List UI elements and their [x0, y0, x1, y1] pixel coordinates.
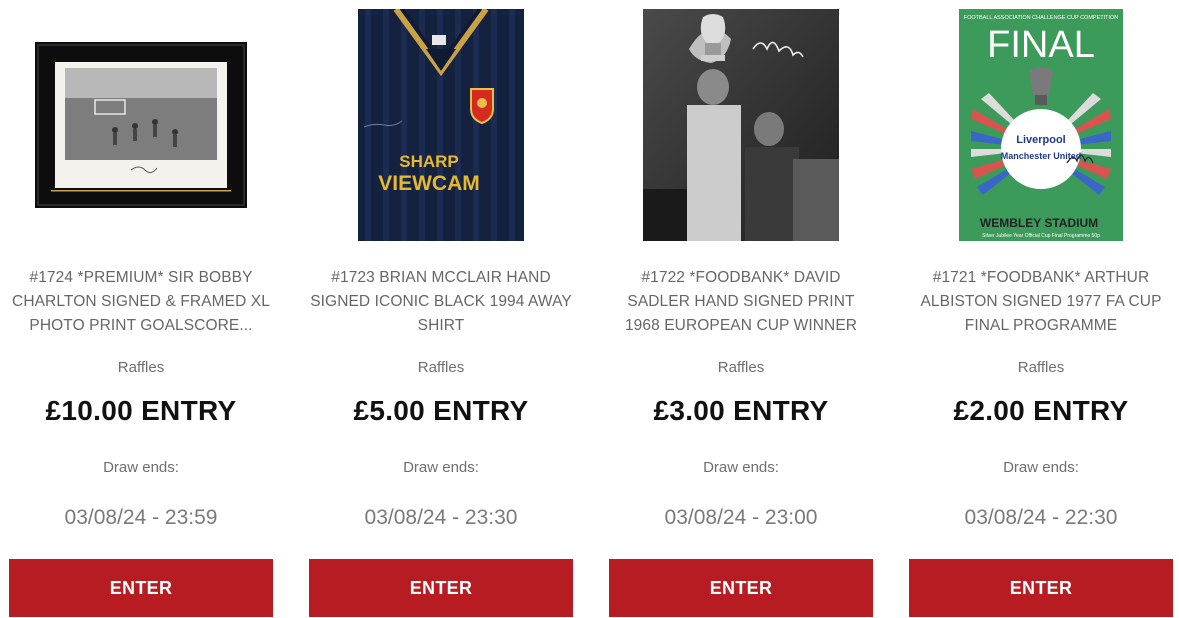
enter-button[interactable]: ENTER [309, 559, 573, 617]
product-card: SHARP VIEWCAM #1723 BRIAN MCCLAIR HAND S… [309, 0, 573, 618]
framed-photo-image [35, 42, 247, 208]
draw-date: 03/08/24 - 23:59 [64, 506, 218, 529]
product-card: FOOTBALL ASSOCIATION CHALLENGE CUP COMPE… [909, 0, 1173, 618]
entry-price: £5.00 ENTRY [353, 395, 529, 426]
draw-ends-label: Draw ends: [403, 459, 479, 476]
product-category: Raffles [1017, 359, 1065, 376]
product-title[interactable]: #1722 *FOODBANK* DAVID SADLER HAND SIGNE… [609, 266, 873, 338]
product-image-shirt[interactable]: SHARP VIEWCAM [309, 0, 573, 250]
product-grid: #1724 *PREMIUM* SIR BOBBY CHARLTON SIGNE… [0, 0, 1179, 618]
programme-footer: Silver Jubilee Year Official Cup Final P… [982, 233, 1100, 239]
product-category: Raffles [417, 359, 465, 376]
shirt-sponsor-line1: SHARP [399, 152, 459, 171]
draw-date: 03/08/24 - 22:30 [964, 506, 1118, 529]
product-title[interactable]: #1721 *FOODBANK* ARTHUR ALBISTON SIGNED … [909, 266, 1173, 338]
enter-button[interactable]: ENTER [909, 559, 1173, 617]
draw-date: 03/08/24 - 23:30 [364, 506, 518, 529]
away-shirt-image: SHARP VIEWCAM [358, 9, 524, 241]
draw-ends-label: Draw ends: [1003, 459, 1079, 476]
product-category: Raffles [117, 359, 165, 376]
product-card: #1722 *FOODBANK* DAVID SADLER HAND SIGNE… [609, 0, 873, 618]
product-image-framed-photo[interactable] [9, 0, 273, 250]
entry-price: £2.00 ENTRY [953, 395, 1129, 426]
draw-ends-label: Draw ends: [703, 459, 779, 476]
programme-image: FOOTBALL ASSOCIATION CHALLENGE CUP COMPE… [959, 9, 1123, 241]
shirt-sponsor-line2: VIEWCAM [378, 172, 480, 195]
programme-word: FINAL [987, 24, 1095, 66]
product-card: #1724 *PREMIUM* SIR BOBBY CHARLTON SIGNE… [9, 0, 273, 618]
product-image-programme[interactable]: FOOTBALL ASSOCIATION CHALLENGE CUP COMPE… [909, 0, 1173, 250]
product-title[interactable]: #1723 BRIAN MCCLAIR HAND SIGNED ICONIC B… [309, 266, 573, 338]
product-category: Raffles [717, 359, 765, 376]
trophy-photo-image [643, 9, 839, 241]
entry-price: £3.00 ENTRY [653, 395, 829, 426]
programme-venue: WEMBLEY STADIUM [980, 216, 1098, 230]
enter-button[interactable]: ENTER [9, 559, 273, 617]
draw-ends-label: Draw ends: [103, 459, 179, 476]
programme-team1: Liverpool [1016, 134, 1066, 146]
entry-price: £10.00 ENTRY [45, 395, 237, 426]
enter-button[interactable]: ENTER [609, 559, 873, 617]
product-title[interactable]: #1724 *PREMIUM* SIR BOBBY CHARLTON SIGNE… [9, 266, 273, 338]
draw-date: 03/08/24 - 23:00 [664, 506, 818, 529]
product-image-trophy-photo[interactable] [609, 0, 873, 250]
programme-header: FOOTBALL ASSOCIATION CHALLENGE CUP COMPE… [964, 15, 1119, 21]
